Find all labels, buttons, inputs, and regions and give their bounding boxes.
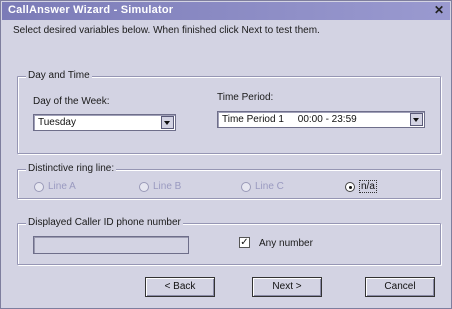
back-button[interactable]: < Back [145,277,215,297]
ring-line-legend: Distinctive ring line: [26,163,117,174]
chevron-down-icon[interactable] [161,116,174,129]
radio-circle[interactable] [34,182,44,192]
time-period-select[interactable]: Time Period 1 00:00 - 23:59 [217,111,425,128]
day-of-week-value: Tuesday [38,117,76,128]
radio-label-line-b: Line B [153,181,182,192]
caller-id-input[interactable] [33,236,189,254]
close-icon[interactable]: ✕ [432,4,446,17]
title-bar[interactable]: CallAnswer Wizard - Simulator ✕ [2,2,450,20]
radio-label-line-c: Line C [255,181,284,192]
caller-id-legend: Displayed Caller ID phone number [26,217,183,228]
any-number-checkbox[interactable]: ✓ [239,237,250,248]
next-button[interactable]: Next > [252,277,322,297]
radio-circle-selected[interactable] [345,182,355,192]
any-number-label[interactable]: Any number [259,238,313,249]
day-time-legend: Day and Time [26,70,92,81]
day-of-week-label: Day of the Week: [33,96,110,107]
ring-line-group: Distinctive ring line: [17,163,441,199]
radio-circle[interactable] [241,182,251,192]
radio-label-na: n/a [359,180,377,193]
radio-circle[interactable] [139,182,149,192]
time-period-label: Time Period: [217,92,274,103]
radio-label-line-a: Line A [48,181,76,192]
cancel-button[interactable]: Cancel [365,277,435,297]
time-period-value: Time Period 1 00:00 - 23:59 [222,114,357,125]
instructions-text: Select desired variables below. When fin… [13,25,320,36]
simulator-dialog: CallAnswer Wizard - Simulator ✕ Select d… [0,0,452,309]
chevron-down-icon[interactable] [410,113,423,126]
day-of-week-select[interactable]: Tuesday [33,114,176,131]
window-title: CallAnswer Wizard - Simulator [8,4,174,16]
